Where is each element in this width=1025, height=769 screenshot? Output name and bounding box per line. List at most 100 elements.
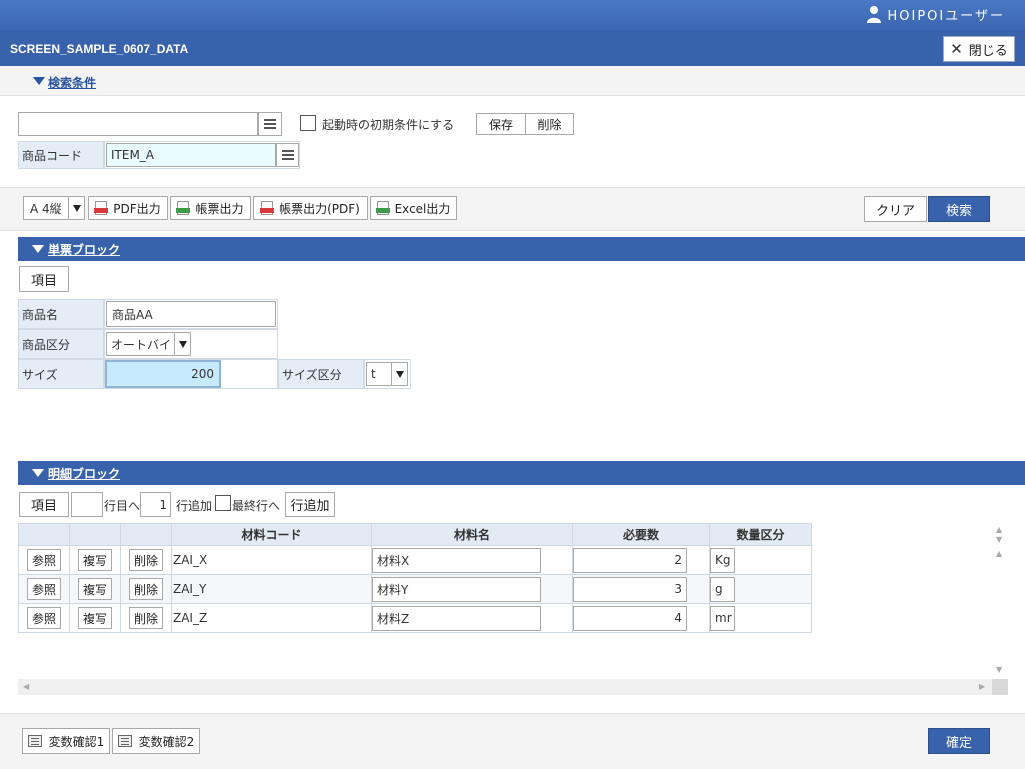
startup-condition-checkbox[interactable] xyxy=(300,115,316,131)
scroll-up-arrow-icon[interactable]: ▲ xyxy=(996,525,1002,534)
detail-item-button[interactable]: 項目 xyxy=(19,492,69,517)
goto-row-input[interactable] xyxy=(71,492,103,517)
report-pdf-output-button[interactable]: 帳票出力(PDF) xyxy=(253,196,368,220)
grid-header-copy xyxy=(69,523,121,546)
pdf-icon xyxy=(260,201,275,215)
var-check-1-button[interactable]: 変数確認1 xyxy=(22,728,110,754)
search-button[interactable]: 検索 xyxy=(928,196,990,222)
user-menu[interactable]: HOIPOIユーザー xyxy=(866,4,1006,24)
material-name-input[interactable]: 材料X xyxy=(372,547,541,573)
product-code-list-button[interactable] xyxy=(276,143,299,167)
grid-horizontal-scrollbar[interactable]: ◀ ▶ xyxy=(18,679,1008,695)
grid-header-ref xyxy=(18,523,70,546)
qty-unit-input[interactable]: Kg xyxy=(710,547,735,573)
excel-output-label: Excel出力 xyxy=(394,201,451,216)
qty-unit-input[interactable]: mr xyxy=(710,605,735,631)
last-row-label: 最終行へ xyxy=(232,499,281,513)
dropdown-arrow-icon xyxy=(68,197,84,219)
grid-header-material-code: 材料コード xyxy=(171,523,372,546)
paper-size-select[interactable]: A 4縦 xyxy=(23,196,85,220)
scroll-down-arrow-icon[interactable]: ▼ xyxy=(996,535,1002,544)
scroll-up-arrow-icon[interactable]: ▲ xyxy=(996,549,1002,558)
ref-button[interactable]: 参照 xyxy=(27,607,61,629)
scroll-corner xyxy=(992,679,1008,695)
delete-row-button[interactable]: 削除 xyxy=(129,549,163,571)
excel-icon xyxy=(375,201,390,215)
collapse-triangle-icon xyxy=(32,469,44,477)
memo-icon xyxy=(27,735,42,747)
scroll-left-arrow-icon[interactable]: ◀ xyxy=(23,682,29,691)
detail-block-header[interactable]: 明細ブロック xyxy=(18,461,1025,485)
table-row: 参照 複写 削除 ZAI_X 材料X 2 Kg xyxy=(18,545,812,575)
size-type-label: サイズ区分 xyxy=(278,359,364,389)
add-row-button[interactable]: 行追加 xyxy=(285,492,335,517)
material-code-cell: ZAI_Y xyxy=(171,574,372,604)
dropdown-arrow-icon xyxy=(391,363,407,385)
last-row-checkbox[interactable] xyxy=(215,495,231,511)
var-check-2-label: 変数確認2 xyxy=(138,734,195,749)
table-row: 参照 複写 削除 ZAI_Y 材料Y 3 g xyxy=(18,574,812,604)
size-input[interactable]: 200 xyxy=(105,360,221,388)
required-qty-input[interactable]: 2 xyxy=(573,547,687,573)
grid-header-delete xyxy=(120,523,172,546)
copy-button[interactable]: 複写 xyxy=(78,578,112,600)
product-type-value: オートバイ xyxy=(111,337,172,352)
product-code-input[interactable]: ITEM_A xyxy=(106,143,276,167)
close-icon: ✕ xyxy=(950,40,963,58)
product-type-label: 商品区分 xyxy=(18,329,104,359)
grid-header-material-name: 材料名 xyxy=(371,523,573,546)
pdf-icon xyxy=(94,201,109,215)
save-condition-button[interactable]: 保存 xyxy=(476,113,526,135)
product-type-select[interactable]: オートバイ xyxy=(106,332,191,356)
collapse-triangle-icon xyxy=(32,245,44,253)
var-check-2-button[interactable]: 変数確認2 xyxy=(112,728,200,754)
copy-button[interactable]: 複写 xyxy=(78,607,112,629)
material-name-input[interactable]: 材料Z xyxy=(372,605,541,631)
report-icon xyxy=(176,201,191,215)
close-button[interactable]: ✕ 閉じる xyxy=(943,36,1015,62)
condition-name-input[interactable] xyxy=(18,112,258,136)
product-name-label: 商品名 xyxy=(18,299,104,329)
report-pdf-output-label: 帳票出力(PDF) xyxy=(279,201,360,216)
condition-list-button[interactable] xyxy=(258,112,282,136)
paper-size-value: A 4縦 xyxy=(30,201,62,216)
size-label: サイズ xyxy=(18,359,104,389)
search-conditions-header xyxy=(0,66,1025,96)
dropdown-arrow-icon xyxy=(174,333,190,355)
excel-output-button[interactable]: Excel出力 xyxy=(370,196,457,220)
ref-button[interactable]: 参照 xyxy=(27,549,61,571)
ref-button[interactable]: 参照 xyxy=(27,578,61,600)
report-output-label: 帳票出力 xyxy=(195,201,244,216)
required-qty-input[interactable]: 3 xyxy=(573,576,687,602)
confirm-button[interactable]: 確定 xyxy=(928,728,990,754)
single-block-title: 単票ブロック xyxy=(48,242,121,257)
grid-vertical-scrollbar[interactable]: ▲ ▼ ▲ ▼ xyxy=(992,523,1008,679)
delete-row-button[interactable]: 削除 xyxy=(129,607,163,629)
clear-button[interactable]: クリア xyxy=(864,196,927,222)
collapse-triangle-icon[interactable] xyxy=(33,77,45,85)
single-item-button[interactable]: 項目 xyxy=(19,266,69,292)
add-row-count-input[interactable]: 1 xyxy=(140,492,171,517)
copy-button[interactable]: 複写 xyxy=(78,549,112,571)
material-code-cell: ZAI_Z xyxy=(171,603,372,633)
material-code-cell: ZAI_X xyxy=(171,545,372,575)
product-name-input[interactable]: 商品AA xyxy=(106,301,276,327)
size-type-select[interactable]: t xyxy=(366,362,408,386)
required-qty-input[interactable]: 4 xyxy=(573,605,687,631)
close-label: 閉じる xyxy=(968,43,1008,59)
qty-unit-input[interactable]: g xyxy=(710,576,735,602)
scroll-right-arrow-icon[interactable]: ▶ xyxy=(979,682,985,691)
material-name-input[interactable]: 材料Y xyxy=(372,576,541,602)
delete-row-button[interactable]: 削除 xyxy=(129,578,163,600)
pdf-output-label: PDF出力 xyxy=(113,201,161,216)
single-block-header[interactable]: 単票ブロック xyxy=(18,237,1025,261)
list-icon xyxy=(264,119,276,129)
goto-row-label: 行目へ xyxy=(104,499,141,513)
pdf-output-button[interactable]: PDF出力 xyxy=(88,196,168,220)
product-code-label: 商品コード xyxy=(18,141,104,169)
report-output-button[interactable]: 帳票出力 xyxy=(170,196,251,220)
search-conditions-toggle[interactable]: 検索条件 xyxy=(48,74,96,91)
delete-condition-button[interactable]: 削除 xyxy=(525,113,574,135)
grid-header-required-qty: 必要数 xyxy=(572,523,710,546)
scroll-down-arrow-icon[interactable]: ▼ xyxy=(996,665,1002,674)
